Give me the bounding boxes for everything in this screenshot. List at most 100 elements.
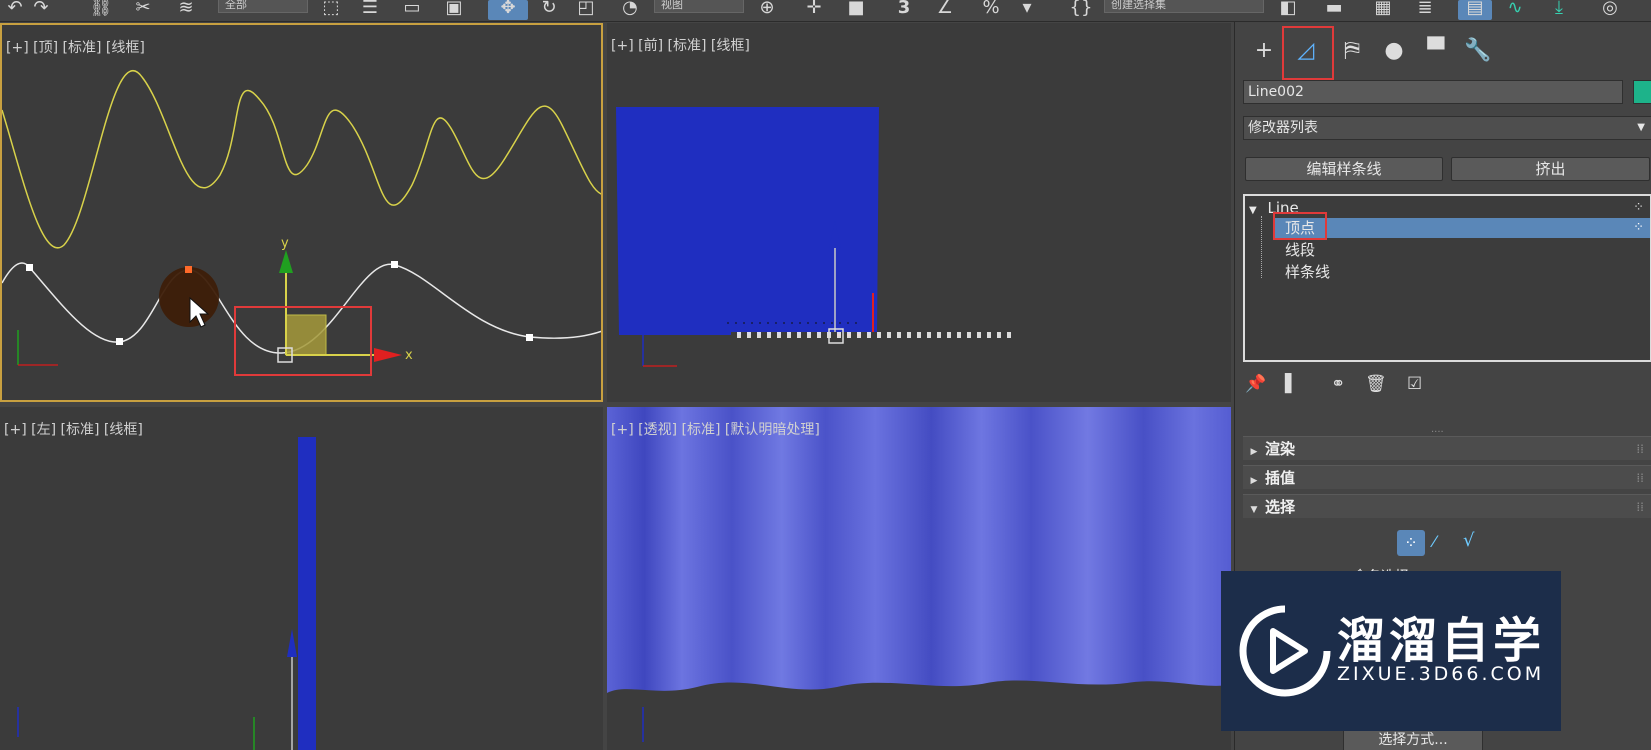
vertex-mode-icon[interactable]: ⁘ bbox=[1397, 530, 1425, 556]
mirror-icon[interactable]: ◧ bbox=[1274, 0, 1302, 20]
pin-stack-icon[interactable]: 📌 bbox=[1245, 374, 1266, 394]
app-window: ↶ ↷ ⛓ ✂ ≋ 全部 ⬚ ☰ ▭ ▣ ✥ ↻ ◰ ◔ 视图 ⊕ ✛ ■ 3 … bbox=[0, 0, 1651, 750]
gizmo-x-label: x bbox=[405, 348, 413, 363]
edit-named-selection-icon[interactable]: {} bbox=[1066, 0, 1096, 20]
rollout-selection[interactable]: ▼ 选择 ⁞⁞ bbox=[1243, 494, 1651, 518]
panel-splitter[interactable]: .... bbox=[1431, 424, 1444, 435]
tree-line bbox=[1261, 216, 1262, 278]
make-unique-icon[interactable]: ⚭ bbox=[1331, 374, 1345, 394]
front-view-canvas bbox=[616, 107, 1011, 367]
chevron-down-icon: ▼ bbox=[1637, 122, 1645, 133]
expanded-arrow-icon: ▼ bbox=[1250, 505, 1258, 515]
window-crossing-icon[interactable]: ▣ bbox=[440, 0, 468, 20]
configure-modifier-sets-icon[interactable]: ☑ bbox=[1407, 374, 1422, 394]
material-editor-icon[interactable]: ◎ bbox=[1590, 0, 1630, 20]
snap-3d-icon[interactable]: 3 bbox=[890, 0, 918, 20]
gizmo-y-arrow bbox=[279, 250, 293, 273]
link-icon[interactable]: ⛓ bbox=[88, 0, 114, 20]
object-color-swatch[interactable] bbox=[1633, 80, 1651, 104]
select-object-icon[interactable]: ⬚ bbox=[318, 0, 344, 20]
rectangular-selection-icon[interactable]: ▭ bbox=[398, 0, 426, 20]
layer-manager-icon[interactable]: ≣ bbox=[1410, 0, 1440, 20]
highlight-box-vertex bbox=[1273, 212, 1327, 240]
layer-explorer-icon[interactable]: ▦ bbox=[1368, 0, 1398, 20]
viewport-front[interactable]: [+] [前] [标准] [线框] bbox=[607, 23, 1231, 402]
angle-snap-icon[interactable]: ∠ bbox=[930, 0, 960, 20]
select-move-icon[interactable]: ✥ bbox=[488, 0, 528, 20]
utilities-tab-icon[interactable]: 🔧 bbox=[1461, 36, 1495, 66]
play-logo-icon bbox=[1239, 605, 1331, 697]
select-by-name-icon[interactable]: ☰ bbox=[356, 0, 384, 20]
rollout-interpolation[interactable]: ▶ 插值 ⁞⁞ bbox=[1243, 465, 1651, 489]
rollout-render[interactable]: ▶ 渲染 ⁞⁞ bbox=[1243, 436, 1651, 460]
modifier-stack: ▼ Line ⁘ 顶点 ⁘ 线段 样条线 bbox=[1243, 194, 1651, 362]
viewport-perspective[interactable]: [+] [透视] [标准] [默认明暗处理] bbox=[607, 407, 1231, 750]
collapsed-arrow-icon: ▶ bbox=[1250, 476, 1258, 486]
collapsed-arrow-icon: ▶ bbox=[1250, 447, 1258, 457]
vertex-handle bbox=[526, 334, 533, 341]
top-view-canvas: y x bbox=[2, 70, 601, 376]
vertex-handle bbox=[26, 264, 33, 271]
hierarchy-tab-icon[interactable]: ⛿ bbox=[1335, 36, 1369, 66]
remove-modifier-icon[interactable]: 🗑 bbox=[1365, 374, 1387, 394]
scale-icon[interactable]: ◰ bbox=[572, 0, 600, 20]
schematic-view-icon[interactable]: ⤓ bbox=[1544, 0, 1574, 20]
vertex-handle bbox=[391, 261, 398, 268]
modifier-list-dropdown[interactable]: 修改器列表 ▼ bbox=[1243, 116, 1651, 140]
rotate-icon[interactable]: ↻ bbox=[536, 0, 562, 20]
extrude-button[interactable]: 挤出 bbox=[1451, 157, 1650, 181]
edit-spline-button[interactable]: 编辑样条线 bbox=[1245, 157, 1443, 181]
keyboard-shortcut-icon[interactable]: ■ bbox=[842, 0, 870, 20]
gizmo-x-arrow bbox=[374, 348, 402, 362]
named-selection-dropdown[interactable]: 创建选择集 bbox=[1104, 0, 1264, 13]
select-manipulate-icon[interactable]: ✛ bbox=[800, 0, 828, 20]
watermark-logo: 溜溜自学 ZIXUE.3D66.COM bbox=[1221, 571, 1561, 731]
vertex-subobject-icon: ⁘ bbox=[1633, 200, 1644, 215]
display-tab-icon[interactable]: ▀ bbox=[1419, 36, 1453, 66]
stack-controls: 📌 ▌ ⚭ 🗑 ☑ bbox=[1245, 374, 1645, 398]
toggle-ribbon-icon[interactable]: ▤ bbox=[1458, 0, 1492, 20]
spline-mode-icon[interactable]: √ bbox=[1463, 530, 1474, 551]
watermark-url: ZIXUE.3D66.COM bbox=[1337, 663, 1545, 685]
viewport-top[interactable]: [+] [顶] [标准] [线框] y x bbox=[0, 23, 603, 402]
yellow-spline bbox=[2, 70, 601, 249]
gizmo-y-label: y bbox=[281, 236, 289, 251]
vertex-subobject-icon: ⁘ bbox=[1633, 220, 1644, 235]
motion-tab-icon[interactable]: ● bbox=[1377, 36, 1411, 66]
pivot-center-icon[interactable]: ⊕ bbox=[752, 0, 782, 20]
expand-icon: ▼ bbox=[1249, 205, 1257, 216]
redo-icon[interactable]: ↷ bbox=[30, 0, 52, 20]
stack-item-spline[interactable]: 样条线 bbox=[1285, 262, 1330, 282]
gizmo-z-arrow bbox=[287, 629, 297, 657]
viewport-label[interactable]: [+] [透视] [标准] [默认明暗处理] bbox=[611, 419, 820, 439]
align-icon[interactable]: ▬ bbox=[1320, 0, 1348, 20]
reference-coordinate-dropdown[interactable]: 视图 bbox=[654, 0, 744, 13]
placement-icon[interactable]: ◔ bbox=[616, 0, 644, 20]
drag-handle-icon: ⁞⁞ bbox=[1636, 442, 1644, 456]
stack-item-vertex[interactable]: 顶点 bbox=[1273, 218, 1650, 238]
undo-icon[interactable]: ↶ bbox=[4, 0, 26, 20]
stack-item-segment[interactable]: 线段 bbox=[1285, 240, 1315, 260]
left-view-canvas bbox=[17, 437, 316, 750]
curtain-front bbox=[616, 107, 879, 335]
spinner-snap-icon[interactable]: ▾ bbox=[1014, 0, 1040, 20]
viewport-left[interactable]: [+] [左] [标准] [线框] bbox=[0, 407, 603, 750]
drag-handle-icon: ⁞⁞ bbox=[1636, 471, 1644, 485]
percent-snap-icon[interactable]: % bbox=[976, 0, 1006, 20]
segment-mode-icon[interactable]: ⁄ bbox=[1433, 532, 1436, 551]
selection-filter-dropdown[interactable]: 全部 bbox=[218, 0, 308, 13]
drag-handle-icon: ⁞⁞ bbox=[1636, 500, 1644, 514]
show-end-result-icon[interactable]: ▌ bbox=[1285, 374, 1298, 394]
curtain-perspective bbox=[607, 407, 1231, 693]
unlink-icon[interactable]: ✂ bbox=[130, 0, 156, 20]
curtain-side bbox=[298, 437, 316, 750]
select-by-button[interactable]: 选择方式... bbox=[1343, 728, 1483, 750]
vertex-handle-selected bbox=[185, 266, 192, 273]
bind-spacewarp-icon[interactable]: ≋ bbox=[172, 0, 200, 20]
create-tab-icon[interactable]: + bbox=[1247, 36, 1281, 66]
main-toolbar: ↶ ↷ ⛓ ✂ ≋ 全部 ⬚ ☰ ▭ ▣ ✥ ↻ ◰ ◔ 视图 ⊕ ✛ ■ 3 … bbox=[0, 0, 1651, 22]
object-name-field[interactable]: Line002 bbox=[1243, 80, 1623, 104]
perspective-view-canvas bbox=[607, 407, 1231, 742]
curve-editor-icon[interactable]: ∿ bbox=[1500, 0, 1530, 20]
watermark-title: 溜溜自学 bbox=[1337, 613, 1546, 669]
